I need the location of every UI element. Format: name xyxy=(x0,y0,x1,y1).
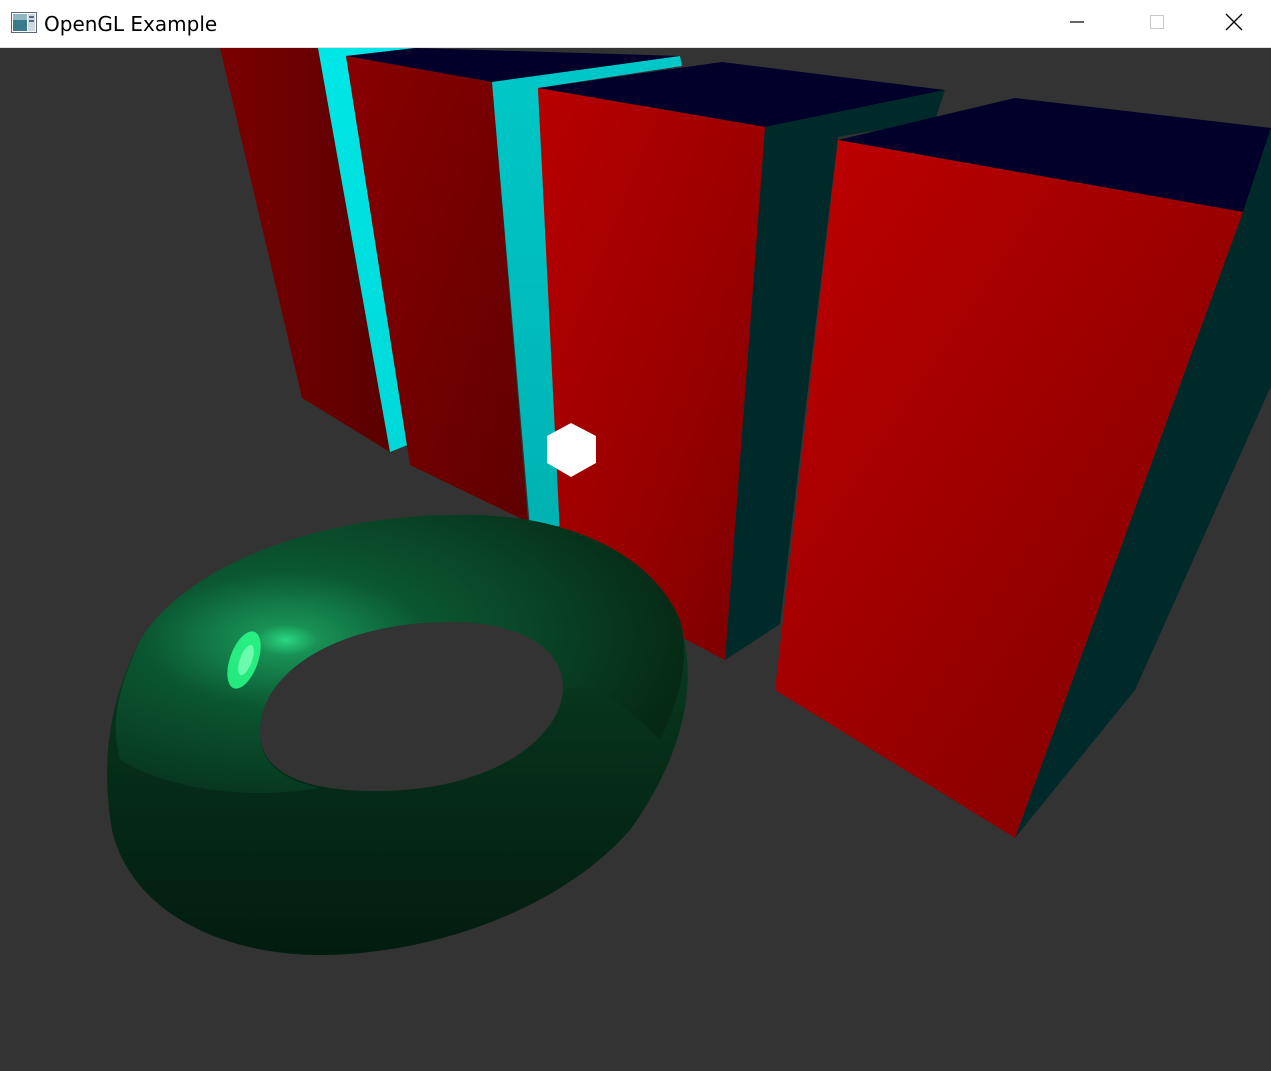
minimize-button[interactable] xyxy=(1037,0,1117,47)
close-icon xyxy=(1225,13,1243,35)
scene-render xyxy=(107,48,1271,955)
close-button[interactable] xyxy=(1197,0,1271,47)
title-bar[interactable]: OpenGL Example xyxy=(0,0,1271,48)
app-window: OpenGL Example xyxy=(0,0,1271,1071)
maximize-icon xyxy=(1149,14,1165,34)
maximize-button[interactable] xyxy=(1117,0,1197,47)
red-box-near xyxy=(775,98,1271,838)
minimize-icon xyxy=(1069,14,1085,34)
green-torus xyxy=(107,514,688,955)
app-icon xyxy=(11,12,37,33)
window-title: OpenGL Example xyxy=(44,12,218,36)
opengl-viewport[interactable] xyxy=(0,48,1271,1071)
